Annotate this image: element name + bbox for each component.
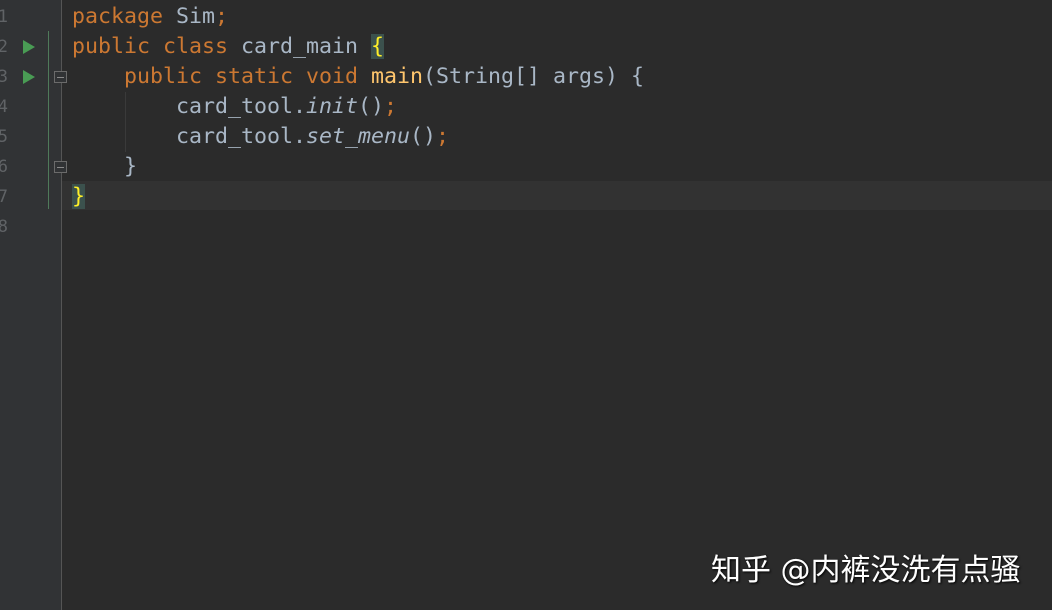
scope-indicator xyxy=(48,31,49,209)
code-line[interactable]: public class card_main { xyxy=(72,32,644,62)
line-number: 5 xyxy=(0,127,8,147)
watermark: 知乎 @内裤没洗有点骚 xyxy=(711,553,1021,588)
code-token: card_tool. xyxy=(72,94,307,119)
line-number: 6 xyxy=(0,157,8,177)
code-token: () xyxy=(358,94,385,119)
code-token: package xyxy=(72,4,177,29)
code-token: } xyxy=(72,154,138,179)
line-number: 4 xyxy=(0,97,8,117)
code-line[interactable]: public static void main(String[] args) { xyxy=(72,62,644,92)
line-number: 3 xyxy=(0,67,8,87)
code-editor[interactable]: package Sim; public class card_main { pub… xyxy=(72,2,644,242)
code-token: public class xyxy=(72,34,242,59)
code-token: Sim xyxy=(176,4,216,29)
code-token: init xyxy=(306,94,359,119)
code-token: (String[] args) { xyxy=(423,64,645,89)
code-token: ; xyxy=(215,4,229,29)
code-token: card_main xyxy=(241,34,372,59)
code-token: ; xyxy=(436,124,450,149)
line-number: 1 xyxy=(0,7,8,27)
code-token: ; xyxy=(384,94,398,119)
code-line[interactable] xyxy=(72,212,644,242)
code-token: { xyxy=(371,34,385,59)
code-token: set_menu xyxy=(306,124,411,149)
code-line[interactable]: } xyxy=(72,152,644,182)
run-icon[interactable] xyxy=(23,70,35,84)
line-number: 7 xyxy=(0,187,8,207)
code-line[interactable]: package Sim; xyxy=(72,2,644,32)
code-token: main xyxy=(371,64,424,89)
gutter xyxy=(0,0,62,610)
fold-icon[interactable] xyxy=(54,71,67,83)
code-token: } xyxy=(72,184,86,209)
fold-icon[interactable] xyxy=(54,161,67,173)
line-number: 2 xyxy=(0,37,8,57)
code-line[interactable]: card_tool.init(); xyxy=(72,92,644,122)
run-icon[interactable] xyxy=(23,40,35,54)
code-token: card_tool. xyxy=(72,124,307,149)
code-line[interactable]: card_tool.set_menu(); xyxy=(72,122,644,152)
line-number: 8 xyxy=(0,217,8,237)
code-line[interactable]: } xyxy=(72,182,644,212)
code-token: public static void xyxy=(124,64,372,89)
code-token: () xyxy=(410,124,437,149)
